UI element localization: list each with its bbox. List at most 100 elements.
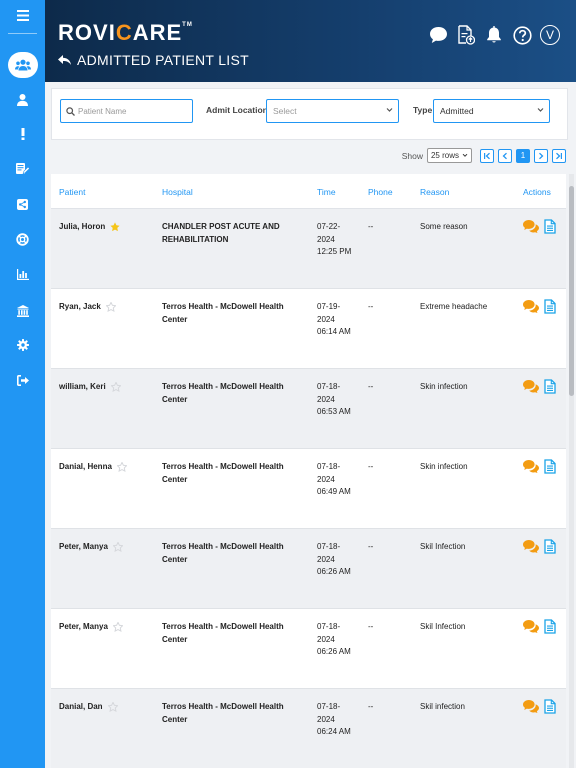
patient-search <box>60 99 193 123</box>
users-icon <box>14 59 31 71</box>
table-scrollbar[interactable] <box>569 174 574 768</box>
patient-name-input[interactable] <box>78 106 188 116</box>
sidebar-item-share[interactable] <box>0 190 45 218</box>
brand-logo[interactable]: ROVICARETM <box>58 20 193 46</box>
document-icon[interactable] <box>544 299 556 314</box>
prev-page-button[interactable] <box>498 148 512 163</box>
actions-cell <box>523 539 556 554</box>
sidebar-item-tasks[interactable] <box>0 155 45 183</box>
actions-cell <box>523 699 556 714</box>
table-row[interactable]: Peter, Manya Terros Health - McDowell Hea… <box>51 609 566 689</box>
sidebar-item-profile[interactable] <box>0 86 45 114</box>
page-title-row: ADMITTED PATIENT LIST <box>58 52 249 68</box>
star-outline-icon[interactable] <box>107 702 118 713</box>
star-outline-icon[interactable] <box>105 302 116 313</box>
star-outline-icon[interactable] <box>110 382 121 393</box>
chat-icon[interactable] <box>523 700 539 713</box>
time-cell: 07-18-2024 06:53 AM <box>317 382 351 417</box>
admit-location-select[interactable]: Select <box>266 99 399 123</box>
column-header-patient[interactable]: Patient <box>59 187 85 197</box>
star-filled-icon[interactable] <box>110 222 120 232</box>
document-upload-icon <box>457 25 475 45</box>
chevron-down-icon <box>386 108 393 112</box>
table-row[interactable]: william, Keri Terros Health - McDowell He… <box>51 369 566 449</box>
patient-name[interactable]: william, Keri <box>59 381 106 394</box>
patient-name[interactable]: Peter, Manya <box>59 541 108 554</box>
hospital-cell: Terros Health - McDowell Health Center <box>162 702 284 724</box>
document-icon[interactable] <box>544 379 556 394</box>
chat-icon[interactable] <box>523 220 539 233</box>
patient-name[interactable]: Peter, Manya <box>59 621 108 634</box>
bell-icon <box>487 26 501 43</box>
user-avatar[interactable]: V <box>540 25 560 45</box>
sidebar-item-institutions[interactable] <box>0 297 45 325</box>
column-header-hospital[interactable]: Hospital <box>162 187 193 197</box>
patient-name[interactable]: Danial, Dan <box>59 701 103 714</box>
star-outline-icon[interactable] <box>116 462 127 473</box>
document-icon[interactable] <box>544 219 556 234</box>
chat-icon[interactable] <box>523 380 539 393</box>
reason-cell: Skil Infection <box>420 542 466 551</box>
back-arrow-icon[interactable] <box>58 54 71 66</box>
messages-button[interactable] <box>428 24 448 46</box>
document-icon[interactable] <box>544 619 556 634</box>
column-header-actions: Actions <box>523 187 551 197</box>
document-icon[interactable] <box>544 459 556 474</box>
sidebar-item-settings[interactable] <box>0 331 45 359</box>
admit-location-label: Admit Location <box>206 105 268 115</box>
reason-cell: Skil Infection <box>420 622 466 631</box>
phone-cell: -- <box>368 462 374 471</box>
first-page-button[interactable] <box>480 148 494 163</box>
patient-cell: Peter, Manya <box>59 541 123 554</box>
star-outline-icon[interactable] <box>112 542 123 553</box>
sign-out-icon <box>16 374 29 386</box>
sidebar-item-support[interactable] <box>0 225 45 253</box>
question-circle-icon <box>512 25 532 45</box>
sidebar-divider <box>8 33 37 34</box>
sidebar-item-patients[interactable] <box>0 51 45 79</box>
table-row[interactable]: Ryan, Jack Terros Health - McDowell Healt… <box>51 289 566 369</box>
filter-bar: Admit Location Select Type Admitted <box>51 88 568 140</box>
document-icon[interactable] <box>544 539 556 554</box>
upload-document-button[interactable] <box>456 24 476 46</box>
chat-icon[interactable] <box>523 300 539 313</box>
chevron-left-icon <box>502 152 507 159</box>
column-header-time[interactable]: Time <box>317 187 336 197</box>
chat-icon[interactable] <box>523 620 539 633</box>
column-header-reason[interactable]: Reason <box>420 187 449 197</box>
sidebar-item-alerts[interactable] <box>0 120 45 148</box>
reason-cell: Skil infection <box>420 702 465 711</box>
time-cell: 07-19-2024 06:14 AM <box>317 302 351 337</box>
type-select[interactable]: Admitted <box>433 99 550 123</box>
table-row[interactable]: Danial, Henna Terros Health - McDowell He… <box>51 449 566 529</box>
last-page-button[interactable] <box>552 148 566 163</box>
bar-chart-icon <box>16 268 29 280</box>
next-page-button[interactable] <box>534 148 548 163</box>
hospital-cell: CHANDLER POST ACUTE AND REHABILITATION <box>162 222 280 244</box>
patient-name[interactable]: Danial, Henna <box>59 461 112 474</box>
rows-per-page-select[interactable]: 25 rows <box>426 148 472 163</box>
table-body: Julia, Horon CHANDLER POST ACUTE AND REHA… <box>51 209 566 768</box>
table-row[interactable]: Julia, Horon CHANDLER POST ACUTE AND REHA… <box>51 209 566 289</box>
table-row[interactable]: Peter, Manya Terros Health - McDowell Hea… <box>51 529 566 609</box>
document-icon[interactable] <box>544 699 556 714</box>
chat-bubble-icon <box>429 27 447 43</box>
chat-icon[interactable] <box>523 540 539 553</box>
star-outline-icon[interactable] <box>112 622 123 633</box>
table-row[interactable]: Danial, Dan Terros Health - McDowell Heal… <box>51 689 566 768</box>
patient-name[interactable]: Ryan, Jack <box>59 301 101 314</box>
header-actions: V <box>428 24 560 46</box>
chat-icon[interactable] <box>523 460 539 473</box>
patient-name[interactable]: Julia, Horon <box>59 221 105 234</box>
scrollbar-thumb[interactable] <box>569 186 574 396</box>
column-header-phone[interactable]: Phone <box>368 187 393 197</box>
notifications-button[interactable] <box>484 24 504 46</box>
reason-cell: Skin infection <box>420 382 468 391</box>
patient-cell: Julia, Horon <box>59 221 120 234</box>
menu-toggle-button[interactable] <box>0 0 45 30</box>
table-header: Patient Hospital Time Phone Reason Actio… <box>51 174 566 209</box>
sidebar-item-reports[interactable] <box>0 260 45 288</box>
page-number-button[interactable]: 1 <box>516 148 530 163</box>
help-button[interactable] <box>512 24 532 46</box>
sidebar-item-logout[interactable] <box>0 366 45 394</box>
